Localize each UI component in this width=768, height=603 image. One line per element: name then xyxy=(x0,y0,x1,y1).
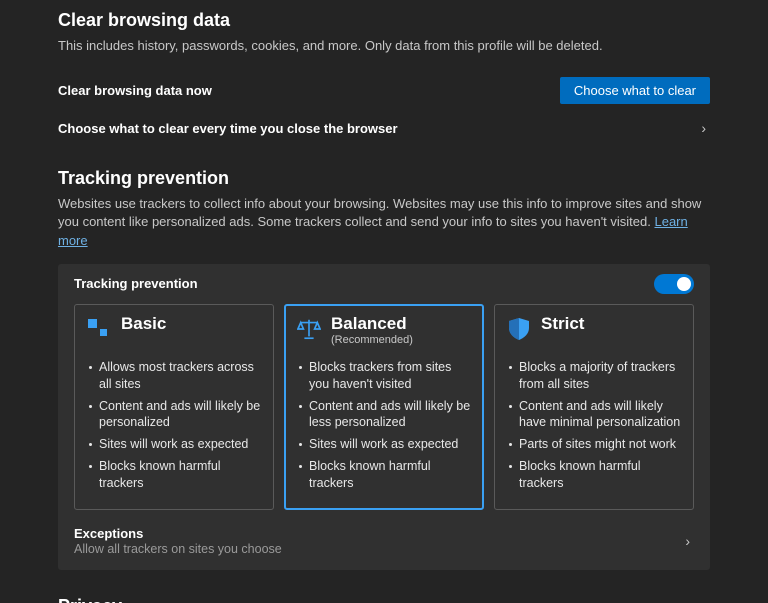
tracking-exceptions-row[interactable]: Exceptions Allow all trackers on sites y… xyxy=(74,514,694,558)
clear-now-row: Clear browsing data now Choose what to c… xyxy=(58,69,710,112)
chevron-right-icon: › xyxy=(681,533,694,549)
balanced-bullet: Blocks known harmful trackers xyxy=(297,458,471,492)
exceptions-title: Exceptions xyxy=(74,526,282,541)
chevron-right-icon: › xyxy=(697,120,710,136)
exceptions-desc: Allow all trackers on sites you choose xyxy=(74,542,282,556)
clear-on-close-row[interactable]: Choose what to clear every time you clos… xyxy=(58,112,710,144)
clear-browsing-data-heading: Clear browsing data xyxy=(58,10,710,31)
balanced-bullet: Sites will work as expected xyxy=(297,436,471,453)
tracking-desc-text: Websites use trackers to collect info ab… xyxy=(58,196,701,229)
tracking-card-basic[interactable]: Basic Allows most trackers across all si… xyxy=(74,304,274,510)
strict-bullet: Blocks a majority of trackers from all s… xyxy=(507,359,681,393)
strict-title: Strict xyxy=(541,315,584,334)
basic-title: Basic xyxy=(121,315,166,334)
clear-now-label: Clear browsing data now xyxy=(58,83,212,98)
tracking-card-strict[interactable]: Strict Blocks a majority of trackers fro… xyxy=(494,304,694,510)
balanced-bullet: Content and ads will likely be less pers… xyxy=(297,398,471,432)
tracking-prevention-toggle[interactable] xyxy=(654,274,694,294)
privacy-heading: Privacy xyxy=(58,596,710,603)
tracking-level-cards: Basic Allows most trackers across all si… xyxy=(74,304,694,510)
basic-bullet: Sites will work as expected xyxy=(87,436,261,453)
clear-on-close-label: Choose what to clear every time you clos… xyxy=(58,121,398,136)
basic-icon xyxy=(87,315,111,345)
clear-browsing-data-desc: This includes history, passwords, cookie… xyxy=(58,37,710,55)
choose-what-to-clear-button[interactable]: Choose what to clear xyxy=(560,77,710,104)
scales-icon xyxy=(297,315,321,345)
tracking-prevention-heading: Tracking prevention xyxy=(58,168,710,189)
shield-icon xyxy=(507,315,531,345)
basic-bullet: Content and ads will likely be personali… xyxy=(87,398,261,432)
balanced-subtitle: (Recommended) xyxy=(331,334,413,346)
balanced-title: Balanced xyxy=(331,315,413,334)
basic-bullet: Allows most trackers across all sites xyxy=(87,359,261,393)
basic-bullet: Blocks known harmful trackers xyxy=(87,458,261,492)
tracking-prevention-desc: Websites use trackers to collect info ab… xyxy=(58,195,710,250)
tracking-panel-label: Tracking prevention xyxy=(74,276,198,291)
strict-bullet: Content and ads will likely have minimal… xyxy=(507,398,681,432)
balanced-bullet: Blocks trackers from sites you haven't v… xyxy=(297,359,471,393)
tracking-card-balanced[interactable]: Balanced (Recommended) Blocks trackers f… xyxy=(284,304,484,510)
strict-bullet: Parts of sites might not work xyxy=(507,436,681,453)
strict-bullet: Blocks known harmful trackers xyxy=(507,458,681,492)
tracking-prevention-panel: Tracking prevention Basic xyxy=(58,264,710,570)
